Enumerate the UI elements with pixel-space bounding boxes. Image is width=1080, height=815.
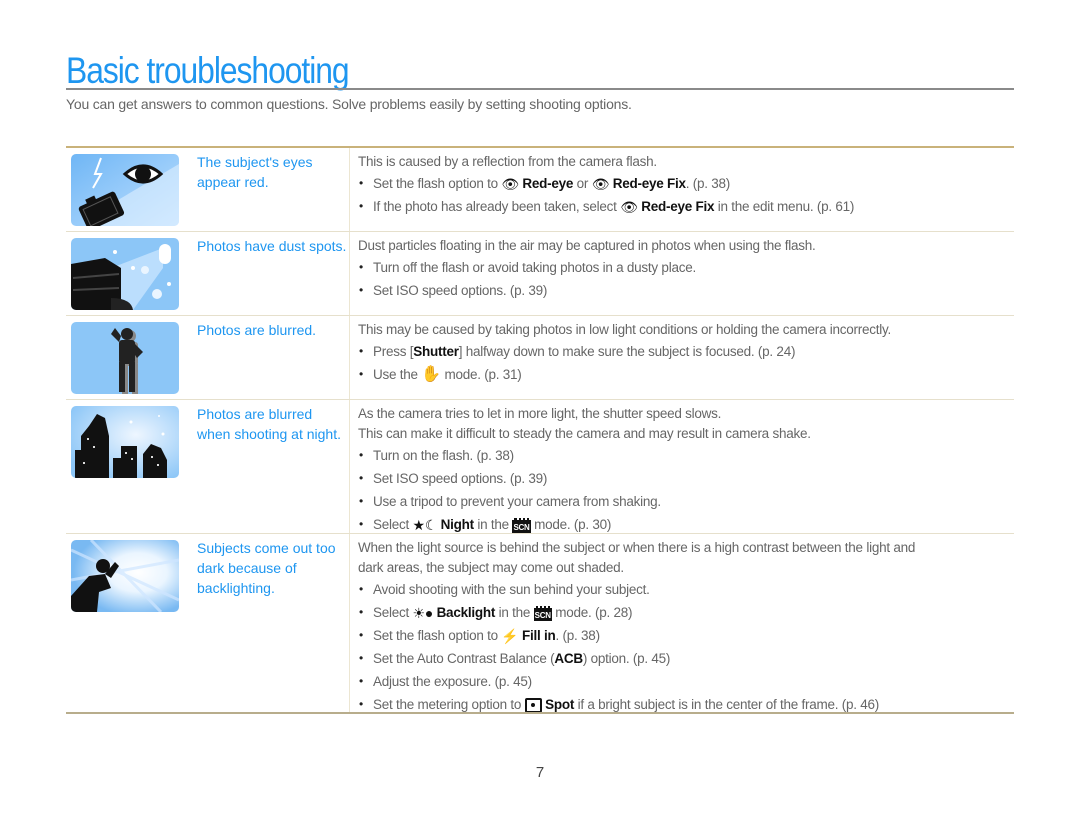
bullet-icon: • — [359, 448, 363, 462]
backlight-icon: ☀● — [412, 605, 434, 622]
solution-block: This may be caused by taking photos in l… — [358, 320, 1008, 386]
solution-item: • Set the Auto Contrast Balance (ACB) opt… — [358, 647, 1008, 670]
solution-item: • Adjust the exposure. (p. 45) — [358, 670, 1008, 693]
option-name: Spot — [545, 697, 575, 712]
fill-in-flash-icon: ⚡ — [501, 628, 519, 645]
troubleshooting-row: Photos are blurred. This may be caused b… — [66, 316, 1014, 400]
cause-text: As the camera tries to let in more light… — [358, 406, 722, 421]
solution-block: This is caused by a reflection from the … — [358, 152, 1008, 218]
bullet-icon: • — [359, 344, 363, 358]
option-name: Backlight — [436, 605, 496, 620]
option-name: Red-eye — [522, 176, 574, 191]
troubleshooting-row: The subject's eyes appear red. This is c… — [66, 148, 1014, 232]
solution-block: When the light source is behind the subj… — [358, 538, 1008, 716]
problem-title: Photos are blurred. — [197, 322, 317, 338]
scene-mode-icon: SCN — [512, 517, 531, 533]
option-name: Red-eye Fix — [612, 176, 686, 191]
night-city-illustration — [71, 406, 179, 478]
backlight-illustration — [71, 540, 179, 612]
solution-block: As the camera tries to let in more light… — [358, 404, 1008, 536]
page-number: 7 — [535, 764, 545, 781]
dust-spots-illustration — [71, 238, 179, 310]
solution-item: • Use a tripod to prevent your camera fro… — [358, 490, 1008, 513]
table-bottom-divider — [66, 712, 1014, 714]
bullet-icon: • — [359, 199, 363, 213]
night-icon: ★☾ — [412, 517, 438, 534]
solution-item: • Avoid shooting with the sun behind your… — [358, 578, 1008, 601]
solution-item: • Set ISO speed options. (p. 39) — [358, 279, 1008, 302]
solution-block: Dust particles floating in the air may b… — [358, 236, 1008, 302]
cause-text: This may be caused by taking photos in l… — [358, 322, 892, 337]
problem-title: The subject's eyes appear red. — [197, 154, 313, 190]
solution-item: • Set the flash option to 👁 Red-eye or 👁︎… — [358, 172, 1008, 195]
intro-text: You can get answers to common questions.… — [66, 96, 632, 112]
option-name: ACB — [554, 651, 583, 666]
cause-text: When the light source is behind the subj… — [358, 540, 916, 575]
solution-item: • Turn on the flash. (p. 38) — [358, 444, 1008, 467]
spot-metering-icon — [524, 697, 542, 713]
column-divider — [349, 534, 350, 712]
solution-item: • Set the flash option to ⚡ Fill in. (p. … — [358, 624, 1008, 647]
scene-mode-icon: SCN — [533, 605, 552, 621]
solution-item: • Set ISO speed options. (p. 39) — [358, 467, 1008, 490]
column-divider — [349, 400, 350, 534]
bullet-icon: • — [359, 260, 363, 274]
troubleshooting-row: Subjects come out too dark because of ba… — [66, 534, 1014, 713]
solution-item: • Select ☀● Backlight in the SCN mode. (p… — [358, 601, 1008, 624]
bullet-icon: • — [359, 471, 363, 485]
problem-title: Subjects come out too dark because of ba… — [197, 540, 336, 596]
shutter-button-label: Shutter — [413, 344, 459, 359]
bullet-icon: • — [359, 582, 363, 596]
column-divider — [349, 316, 350, 400]
red-eye-illustration — [71, 154, 179, 226]
problem-title: Photos are blurred when shooting at nigh… — [197, 406, 341, 442]
bullet-icon: • — [359, 494, 363, 508]
title-divider — [66, 88, 1014, 90]
column-divider — [349, 148, 350, 232]
solution-item: • Turn off the flash or avoid taking phot… — [358, 256, 1008, 279]
troubleshooting-row: Photos are blurred when shooting at nigh… — [66, 400, 1014, 534]
red-eye-fix-icon: 👁︎ — [620, 199, 638, 216]
solution-item: • Press [Shutter] halfway down to make su… — [358, 340, 1008, 363]
red-eye-icon: 👁 — [501, 176, 519, 193]
problem-title: Photos have dust spots. — [197, 238, 347, 254]
option-name: Night — [440, 517, 475, 532]
bullet-icon: • — [359, 605, 363, 619]
cause-text: This is caused by a reflection from the … — [358, 154, 657, 169]
solution-item: • If the photo has already been taken, se… — [358, 195, 1008, 218]
bullet-icon: • — [359, 283, 363, 297]
page-title: Basic troubleshooting — [66, 50, 350, 91]
option-name: Red-eye Fix — [641, 199, 715, 214]
bullet-icon: • — [359, 628, 363, 642]
bullet-icon: • — [359, 367, 363, 381]
red-eye-fix-icon: 👁︎ — [591, 176, 610, 193]
bullet-icon: • — [359, 651, 363, 665]
bullet-icon: • — [359, 176, 363, 190]
solution-item: • Use the ✋ mode. (p. 31) — [358, 363, 1008, 386]
dual-is-icon: ✋ — [421, 366, 441, 384]
option-name: Fill in — [522, 628, 556, 643]
column-divider — [349, 232, 350, 316]
cause-text: Dust particles floating in the air may b… — [358, 238, 816, 253]
blurred-person-illustration — [71, 322, 179, 394]
bullet-icon: • — [359, 674, 363, 688]
cause-text: This can make it difficult to steady the… — [358, 426, 811, 441]
troubleshooting-row: Photos have dust spots. Dust particles f… — [66, 232, 1014, 316]
